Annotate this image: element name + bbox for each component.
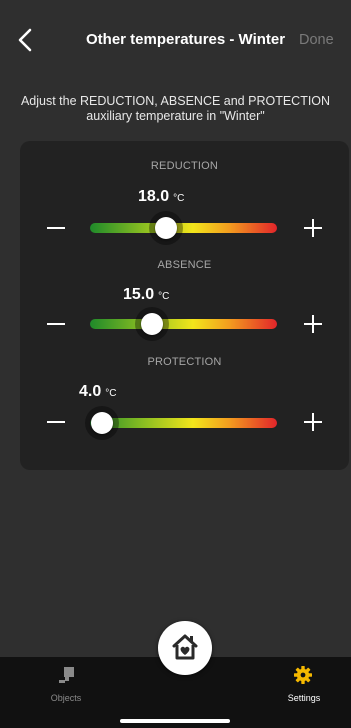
tab-settings[interactable]: Settings <box>264 657 344 717</box>
absence-decrease-button[interactable] <box>44 312 68 336</box>
home-indicator <box>120 719 230 723</box>
protection-increase-button[interactable] <box>301 410 325 434</box>
tab-objects-label: Objects <box>50 693 82 703</box>
absence-value-number: 15.0 <box>123 286 155 303</box>
absence-label: ABSENCE <box>157 259 212 271</box>
page-title: Other temperatures - Winter <box>86 31 286 48</box>
reduction-decrease-button[interactable] <box>44 216 68 240</box>
absence-value: 15.0 °C <box>123 286 169 304</box>
reduction-slider-track[interactable] <box>90 223 277 233</box>
reduction-increase-button[interactable] <box>301 216 325 240</box>
protection-value-unit: °C <box>105 388 117 399</box>
chevron-left-icon <box>18 28 32 52</box>
done-button[interactable]: Done <box>299 32 334 48</box>
reduction-value-unit: °C <box>173 193 185 204</box>
protection-value: 4.0 °C <box>79 383 116 401</box>
reduction-value-number: 18.0 <box>138 188 170 205</box>
instruction-text: Adjust the REDUCTION, ABSENCE and PROTEC… <box>20 94 331 123</box>
absence-slider-thumb[interactable] <box>141 313 163 335</box>
header: Other temperatures - Winter Done <box>0 22 351 58</box>
protection-slider-thumb[interactable] <box>91 412 113 434</box>
screen: Other temperatures - Winter Done Adjust … <box>0 0 351 728</box>
tab-settings-label: Settings <box>287 693 321 703</box>
protection-label: PROTECTION <box>147 356 222 368</box>
home-heart-icon <box>172 634 198 660</box>
home-button[interactable] <box>158 621 212 675</box>
reduction-slider-thumb[interactable] <box>155 217 177 239</box>
absence-increase-button[interactable] <box>301 312 325 336</box>
absence-slider-track[interactable] <box>90 319 277 329</box>
reduction-value: 18.0 °C <box>138 188 184 206</box>
absence-value-unit: °C <box>158 291 170 302</box>
reduction-label: REDUCTION <box>150 160 219 172</box>
tab-objects[interactable]: Objects <box>26 657 106 717</box>
objects-icon <box>59 667 74 683</box>
temperature-panel: REDUCTION 18.0 °C ABSENCE 15.0 °C PROTECTI… <box>20 141 349 470</box>
back-button[interactable] <box>14 26 38 54</box>
protection-decrease-button[interactable] <box>44 410 68 434</box>
protection-value-number: 4.0 <box>79 383 102 400</box>
gear-icon <box>294 666 312 684</box>
